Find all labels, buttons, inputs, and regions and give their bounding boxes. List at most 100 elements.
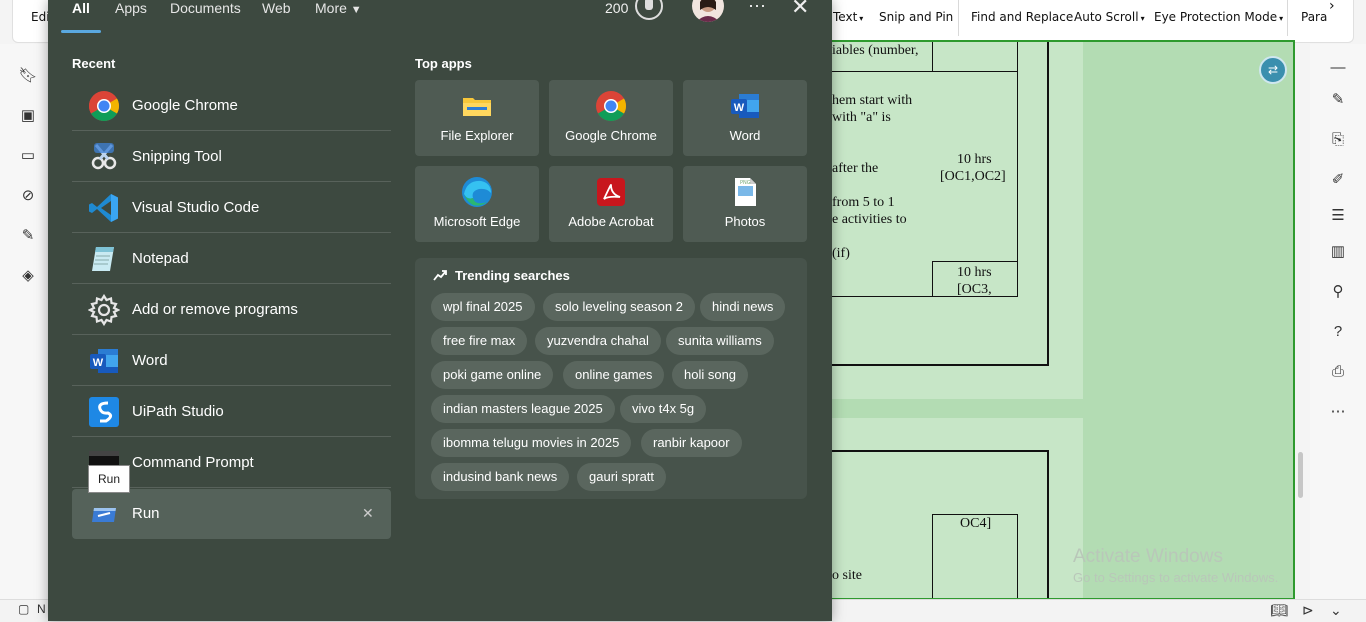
bookmark-icon[interactable]: 🔖︎ bbox=[18, 66, 38, 86]
attachment-icon[interactable]: ⊘ bbox=[18, 186, 38, 206]
top-app-photos[interactable]: PNG Photos bbox=[683, 166, 807, 242]
tab-more-label: More bbox=[315, 0, 347, 16]
edge-icon bbox=[461, 176, 493, 208]
auto-scroll-label: Auto Scroll bbox=[1074, 10, 1139, 24]
more-icon[interactable]: ⋯ bbox=[1328, 402, 1348, 422]
compare-icon[interactable]: ☰ bbox=[1328, 206, 1348, 226]
doc-text: (if) bbox=[832, 246, 850, 261]
vertical-scrollbar[interactable] bbox=[1296, 48, 1306, 596]
floating-tool-button[interactable]: ⇄ bbox=[1259, 56, 1287, 84]
recent-item-add-remove-programs[interactable]: Add or remove programs bbox=[72, 285, 391, 335]
uipath-icon bbox=[88, 396, 120, 428]
trending-chip[interactable]: indusind bank news bbox=[431, 463, 570, 491]
vscode-icon bbox=[88, 192, 120, 224]
trending-chip[interactable]: indian masters league 2025 bbox=[431, 395, 615, 423]
paragraph-menu[interactable]: Para bbox=[1301, 10, 1327, 24]
photos-icon: PNG bbox=[729, 176, 761, 208]
trending-chip[interactable]: holi song bbox=[672, 361, 749, 389]
recent-item-word[interactable]: W Word bbox=[72, 336, 391, 386]
find-and-replace-button[interactable]: Find and Replace bbox=[971, 10, 1073, 24]
tab-more[interactable]: More ▼ bbox=[315, 0, 362, 16]
trending-chip[interactable]: ranbir kapoor bbox=[641, 429, 742, 457]
top-app-google-chrome[interactable]: Google Chrome bbox=[549, 80, 673, 156]
table-cell bbox=[832, 261, 933, 297]
trending-chip[interactable]: ibomma telugu movies in 2025 bbox=[431, 429, 632, 457]
minimize-icon[interactable]: — bbox=[1328, 58, 1348, 78]
recent-item-google-chrome[interactable]: Google Chrome bbox=[72, 81, 391, 131]
top-app-word[interactable]: W Word bbox=[683, 80, 807, 156]
tab-documents[interactable]: Documents bbox=[170, 0, 241, 16]
recent-item-visual-studio-code[interactable]: Visual Studio Code bbox=[72, 183, 391, 233]
top-apps-section-title: Top apps bbox=[415, 56, 472, 71]
recent-item-label: Notepad bbox=[132, 250, 189, 267]
help-icon[interactable]: ? bbox=[1328, 322, 1348, 342]
signature-icon[interactable]: ✎ bbox=[18, 226, 38, 246]
chevron-down-icon[interactable]: ⌄ bbox=[1330, 602, 1342, 619]
tab-all[interactable]: All bbox=[72, 0, 90, 16]
top-app-label: Photos bbox=[724, 214, 766, 229]
layers-icon[interactable]: ◈ bbox=[18, 266, 38, 286]
read-mode-icon[interactable]: 📖︎ bbox=[1270, 602, 1288, 619]
text-menu[interactable]: Text ▾ bbox=[833, 10, 863, 24]
trending-chip[interactable]: sunita williams bbox=[666, 327, 774, 355]
trending-searches-title: Trending searches bbox=[455, 268, 570, 283]
comment-icon[interactable]: ▭ bbox=[18, 146, 38, 166]
top-app-file-explorer[interactable]: File Explorer bbox=[415, 80, 539, 156]
trending-chip[interactable]: free fire max bbox=[431, 327, 528, 355]
user-avatar[interactable] bbox=[692, 0, 724, 22]
page-layout-icon[interactable]: ▢ bbox=[18, 602, 29, 616]
edit-menu[interactable]: Edi bbox=[31, 10, 50, 24]
file-explorer-icon bbox=[461, 90, 493, 122]
trending-chip[interactable]: gauri spratt bbox=[577, 463, 667, 491]
recent-item-snipping-tool[interactable]: Snipping Tool bbox=[72, 132, 391, 182]
doc-text: hem start with bbox=[832, 93, 913, 108]
trending-chip[interactable]: poki game online bbox=[431, 361, 554, 389]
chevron-right-icon[interactable]: › bbox=[1329, 0, 1335, 14]
caret-down-icon: ▼ bbox=[350, 4, 362, 16]
recent-item-uipath-studio[interactable]: UiPath Studio bbox=[72, 387, 391, 437]
activate-windows-title: Activate Windows bbox=[1073, 546, 1223, 567]
rewards-medal-icon[interactable] bbox=[635, 0, 663, 20]
snip-and-pin-button[interactable]: Snip and Pin bbox=[879, 10, 953, 24]
book-icon[interactable]: ▥ bbox=[1328, 242, 1348, 262]
trending-chip[interactable]: solo leveling season 2 bbox=[543, 293, 695, 321]
trending-chip[interactable]: vivo t4x 5g bbox=[620, 395, 707, 423]
top-app-adobe-acrobat[interactable]: Adobe Acrobat bbox=[549, 166, 673, 242]
edit-icon[interactable]: ✎ bbox=[1328, 90, 1348, 110]
search-icon[interactable]: ⚲ bbox=[1328, 282, 1348, 302]
scrollbar-thumb[interactable] bbox=[1298, 452, 1303, 498]
top-app-label: Word bbox=[729, 128, 761, 143]
recent-item-label: Google Chrome bbox=[132, 97, 238, 114]
auto-scroll-menu[interactable]: Auto Scroll ▾ bbox=[1074, 10, 1145, 24]
image-icon[interactable]: ▣ bbox=[18, 106, 38, 126]
tab-web[interactable]: Web bbox=[262, 0, 291, 16]
trending-chip[interactable]: wpl final 2025 bbox=[431, 293, 535, 321]
document-page: iables (number, hem start with with "a" … bbox=[832, 42, 1083, 399]
close-icon[interactable]: ✕ bbox=[791, 0, 809, 20]
document-viewport[interactable]: iables (number, hem start with with "a" … bbox=[832, 40, 1295, 600]
eye-protection-menu[interactable]: Eye Protection Mode ▾ bbox=[1154, 10, 1283, 24]
reader-icon[interactable]: ⎙ bbox=[1328, 362, 1348, 382]
recent-item-run[interactable]: Run ✕ bbox=[72, 489, 391, 539]
search-filter-tabs: All Apps Documents Web More ▼ 200 ⋯ ✕ bbox=[48, 0, 832, 34]
tab-apps[interactable]: Apps bbox=[115, 0, 147, 16]
chrome-icon bbox=[595, 90, 627, 122]
notepad-icon bbox=[88, 243, 120, 275]
play-icon[interactable]: ⊳ bbox=[1302, 602, 1314, 619]
trending-chip[interactable]: online games bbox=[563, 361, 665, 389]
recent-item-notepad[interactable]: Notepad bbox=[72, 234, 391, 284]
trending-chip[interactable]: yuzvendra chahal bbox=[535, 327, 661, 355]
doc-text: from 5 to 1 bbox=[832, 195, 895, 210]
trending-chip[interactable]: hindi news bbox=[700, 293, 786, 321]
recent-item-label: Word bbox=[132, 352, 168, 369]
export-icon[interactable]: ⎘ bbox=[1328, 130, 1348, 150]
tooltip: Run bbox=[88, 465, 130, 493]
word-icon: W bbox=[729, 90, 761, 122]
rewards-points[interactable]: 200 bbox=[605, 0, 628, 16]
highlight-icon[interactable]: ✐ bbox=[1328, 170, 1348, 190]
remove-from-recent-icon[interactable]: ✕ bbox=[362, 505, 374, 522]
top-app-label: Google Chrome bbox=[565, 128, 657, 143]
top-app-microsoft-edge[interactable]: Microsoft Edge bbox=[415, 166, 539, 242]
doc-text: e activities to bbox=[832, 212, 907, 227]
more-options-icon[interactable]: ⋯ bbox=[748, 0, 767, 17]
